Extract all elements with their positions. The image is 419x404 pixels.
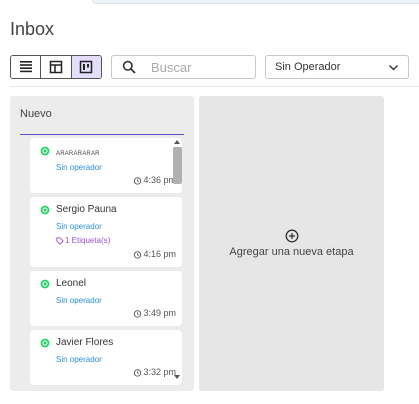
table-view-button[interactable] — [41, 56, 72, 78]
card-contact-name: ARARARARAR — [56, 151, 100, 157]
whatsapp-icon — [40, 279, 50, 289]
card-contact-name: Leonel — [56, 278, 87, 289]
scroll-up-arrow[interactable] — [174, 140, 180, 144]
conversation-card[interactable]: Sergio Pauna Sin operador 1 Etiqueta(s) … — [30, 197, 182, 267]
scroll-thumb[interactable] — [173, 147, 182, 184]
chevron-down-icon — [389, 64, 398, 70]
card-operator: Sin operador — [56, 296, 102, 305]
top-tab-edge — [92, 0, 419, 4]
card-time: 3:49 pm — [133, 308, 176, 318]
card-operator: Sin operador — [56, 222, 102, 231]
kanban-view-button[interactable] — [71, 56, 101, 78]
table-view-icon — [49, 60, 63, 74]
card-tag-text: 1 Etiqueta(s) — [65, 236, 111, 245]
card-tags: 1 Etiqueta(s) — [56, 236, 110, 245]
card-operator: Sin operador — [56, 355, 102, 364]
operator-select[interactable]: Sin Operador — [265, 55, 409, 79]
conversation-card[interactable]: ARARARARAR Sin operador 4:36 pm — [30, 138, 182, 193]
card-operator: Sin operador — [56, 163, 102, 172]
card-time: 4:36 pm — [133, 175, 176, 185]
operator-select-value: Sin Operador — [275, 61, 341, 73]
card-contact-name: Sergio Pauna — [56, 204, 117, 215]
card-contact-name: Javier Flores — [56, 337, 114, 348]
card-list: ARARARARAR Sin operador 4:36 pm Sergio P… — [20, 138, 184, 391]
whatsapp-icon — [40, 205, 50, 215]
search-input[interactable] — [151, 59, 251, 75]
list-view-icon — [19, 61, 32, 73]
conversation-card[interactable]: Leonel Sin operador 3:49 pm — [30, 271, 182, 326]
whatsapp-icon — [40, 338, 50, 348]
card-list-scrollbar[interactable] — [172, 135, 184, 385]
tag-icon — [56, 236, 64, 245]
view-toggle-group — [10, 55, 102, 79]
search-icon — [122, 60, 136, 74]
alarm-clock-icon — [134, 368, 142, 377]
scroll-down-arrow[interactable] — [174, 375, 180, 379]
whatsapp-icon — [40, 146, 50, 156]
header-divider — [10, 86, 419, 87]
kanban-column-nuevo: Nuevo ARARARARAR Sin operador 4:36 pm Se… — [10, 96, 194, 391]
alarm-clock-icon — [134, 176, 142, 185]
column-title: Nuevo — [20, 108, 52, 120]
alarm-clock-icon — [134, 309, 142, 318]
list-view-button[interactable] — [11, 56, 42, 78]
add-circle-icon — [285, 229, 299, 243]
add-stage-label: Agregar una nueva etapa — [229, 246, 354, 258]
card-time: 4:16 pm — [133, 249, 176, 259]
add-stage-button[interactable]: Agregar una nueva etapa — [199, 96, 384, 391]
column-title-underline — [20, 134, 184, 135]
top-browser-strip — [0, 0, 419, 7]
card-time: 3:32 pm — [133, 367, 176, 377]
search-box — [111, 55, 256, 79]
page-title: Inbox — [10, 19, 55, 39]
conversation-card[interactable]: Javier Flores Sin operador 3:32 pm — [30, 330, 182, 385]
alarm-clock-icon — [134, 250, 142, 259]
kanban-view-icon — [80, 60, 93, 74]
